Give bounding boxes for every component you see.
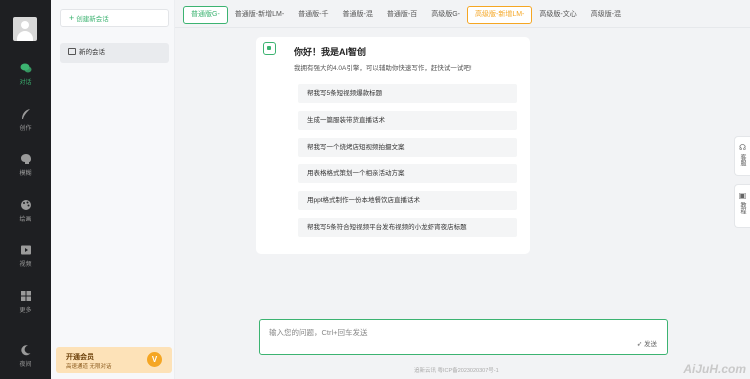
palette-icon bbox=[20, 200, 31, 210]
conversation-item[interactable]: 新的会话 bbox=[60, 43, 169, 63]
rail-label: 更多 bbox=[19, 308, 32, 314]
watermark: AiJuH.com bbox=[683, 362, 746, 376]
bot-icon bbox=[263, 42, 276, 55]
model-tabs: 普通版G- 普通版-新增LM- 普通版-千 普通版-混 普通版-百 高级版G- … bbox=[183, 6, 628, 24]
book-icon: ▣ bbox=[738, 191, 747, 200]
grid-icon bbox=[20, 291, 31, 301]
new-chat-button[interactable]: + 创建新会话 bbox=[60, 9, 169, 27]
new-chat-label: 创建新会话 bbox=[76, 16, 109, 23]
tab-model[interactable]: 普通版-千 bbox=[291, 6, 335, 24]
avatar[interactable] bbox=[13, 17, 37, 41]
conversation-label: 新的会话 bbox=[79, 49, 105, 56]
rail-label: 对话 bbox=[19, 80, 32, 86]
rail-label: 夜间 bbox=[19, 362, 32, 368]
rail-item-paint[interactable]: 绘画 bbox=[0, 199, 51, 223]
rail-item-night[interactable]: 夜间 bbox=[0, 344, 51, 368]
suggestion-item[interactable]: 帮我写一个烧烤店短视频拍摄文案 bbox=[298, 138, 517, 157]
video-icon bbox=[20, 245, 31, 255]
brain-icon bbox=[20, 154, 31, 164]
feather-icon bbox=[21, 109, 30, 119]
conversation-sidebar: + 创建新会话 新的会话 bbox=[51, 0, 175, 379]
input-placeholder: 输入您的问题，Ctrl+回车发送 bbox=[269, 328, 368, 337]
greeting: 你好！我是AI智创 bbox=[294, 47, 367, 57]
vip-subtitle: 高速通道 无限对话 bbox=[66, 364, 112, 370]
rail-label: 模糊 bbox=[19, 171, 32, 177]
service-label: 客服 bbox=[739, 154, 745, 166]
suggestion-item[interactable]: 帮我写5条短视频爆款标题 bbox=[298, 84, 517, 103]
tab-model[interactable]: 普通版-混 bbox=[336, 6, 380, 24]
vip-title: 开通会员 bbox=[66, 354, 94, 361]
rail-label: 绘画 bbox=[19, 217, 32, 223]
rail-item-model[interactable]: 模糊 bbox=[0, 153, 51, 177]
rail-item-chat[interactable]: 对话 bbox=[0, 62, 51, 86]
greeting-subtitle: 我拥有强大的4.0A引擎，可以辅助你快速写作，赶快试一试吧! bbox=[294, 65, 472, 72]
tutorial-button[interactable]: ▣ 教程 bbox=[734, 184, 750, 228]
footer-text: 追新云讯 粤ICP备2023020307号-1 bbox=[414, 368, 499, 374]
send-icon: ➶ bbox=[636, 341, 643, 348]
vip-banner[interactable]: 开通会员 高速通道 无限对话 V bbox=[56, 347, 172, 373]
customer-service-button[interactable]: ☊ 客服 bbox=[734, 136, 750, 176]
rail-label: 视频 bbox=[19, 262, 32, 268]
tutorial-label: 教程 bbox=[739, 202, 745, 214]
welcome-card: 你好！我是AI智创 我拥有强大的4.0A引擎，可以辅助你快速写作，赶快试一试吧!… bbox=[256, 37, 530, 254]
tab-model[interactable]: 高级版-新增LM- bbox=[466, 6, 533, 24]
tab-model[interactable]: 高级版G- bbox=[424, 6, 467, 24]
tab-model[interactable]: 高级版-文心 bbox=[532, 6, 583, 24]
send-button[interactable]: ➶ 发送 bbox=[637, 338, 657, 348]
divider bbox=[175, 27, 750, 28]
suggestion-item[interactable]: 帮我写5条符合短视频平台发布视频的小龙虾宵夜店标题 bbox=[298, 218, 517, 237]
rail-item-create[interactable]: 创作 bbox=[0, 108, 51, 132]
vip-badge-icon: V bbox=[147, 352, 162, 367]
send-label: 发送 bbox=[644, 341, 657, 348]
rail-item-more[interactable]: 更多 bbox=[0, 290, 51, 314]
rail-label: 创作 bbox=[19, 126, 32, 132]
moon-icon bbox=[20, 345, 30, 356]
tab-model[interactable]: 普通版G- bbox=[183, 6, 228, 24]
chat-bubbles-icon bbox=[20, 63, 31, 73]
tab-model[interactable]: 高级版-混 bbox=[584, 6, 628, 24]
tab-model[interactable]: 普通版-新增LM- bbox=[228, 6, 291, 24]
suggestion-item[interactable]: 用ppt格式制作一份本地餐饮店直播话术 bbox=[298, 191, 517, 210]
rail-item-video[interactable]: 视频 bbox=[0, 244, 51, 268]
message-input[interactable]: 输入您的问题，Ctrl+回车发送 ➶ 发送 bbox=[259, 319, 668, 355]
plus-icon: + bbox=[69, 13, 75, 23]
left-rail: 对话 创作 模糊 绘画 视频 更多 夜间 bbox=[0, 0, 51, 379]
headset-icon: ☊ bbox=[738, 143, 747, 152]
suggestion-item[interactable]: 生成一篇服装带货直播话术 bbox=[298, 111, 517, 130]
tab-model[interactable]: 普通版-百 bbox=[380, 6, 424, 24]
suggestion-item[interactable]: 用表格格式策划一个相亲活动方案 bbox=[298, 164, 517, 183]
chat-icon bbox=[68, 48, 76, 55]
